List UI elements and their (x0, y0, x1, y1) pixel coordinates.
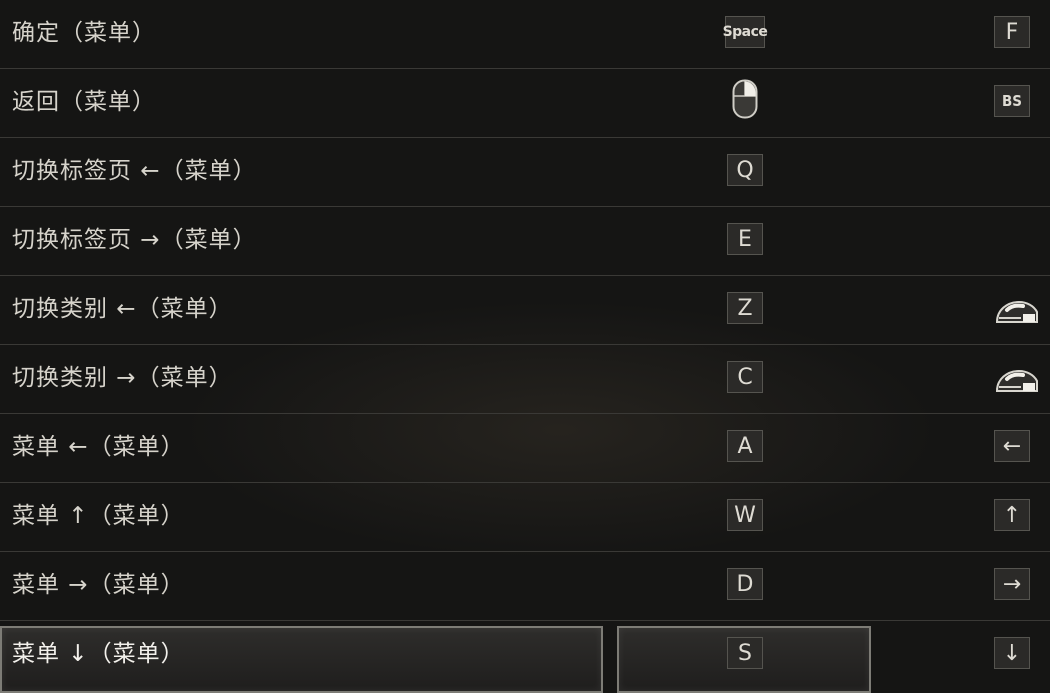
primary-key-slot[interactable]: Space (723, 16, 768, 48)
primary-key-slot[interactable]: A (727, 430, 763, 462)
mouse-right-click-icon (732, 79, 758, 119)
keybinding-row-menu-right[interactable]: 菜单 →（菜单） D → (0, 552, 1050, 621)
secondary-key-slot[interactable]: ← (994, 430, 1030, 462)
action-label: 菜单 ←（菜单） (12, 434, 185, 460)
keybinding-row-tab-right[interactable]: 切换标签页 →（菜单） E (0, 207, 1050, 276)
action-label: 切换标签页 →（菜单） (12, 227, 257, 253)
secondary-key-slot[interactable]: → (994, 568, 1030, 600)
action-label: 切换类别 →（菜单） (12, 365, 233, 391)
keybinding-row-menu-up[interactable]: 菜单 ↑（菜单） W ↑ (0, 483, 1050, 552)
mouse-wheel-icon (995, 300, 1038, 323)
action-label: 切换类别 ←（菜单） (12, 296, 233, 322)
keybinding-row-menu-down[interactable]: 菜单 ↓（菜单） S ↓ (0, 621, 1050, 691)
action-label: 菜单 ↓（菜单） (12, 641, 185, 667)
keybinding-row-tab-left[interactable]: 切换标签页 ←（菜单） Q (0, 138, 1050, 207)
mouse-wheel-icon (995, 369, 1038, 392)
keybinding-row-menu-left[interactable]: 菜单 ←（菜单） A ← (0, 414, 1050, 483)
secondary-key-slot[interactable]: ↓ (994, 637, 1030, 669)
secondary-key-slot[interactable] (992, 292, 1040, 324)
secondary-key-slot[interactable]: BS (994, 85, 1030, 117)
primary-key-slot[interactable]: S (727, 637, 763, 669)
primary-key-slot[interactable] (727, 79, 763, 119)
primary-key-slot[interactable]: Q (727, 154, 763, 186)
secondary-key-slot[interactable]: ↑ (994, 499, 1030, 531)
primary-key-slot[interactable]: C (727, 361, 763, 393)
secondary-key-slot[interactable]: F (994, 16, 1030, 48)
keybinding-row-confirm[interactable]: 确定（菜单） Space F (0, 0, 1050, 69)
action-label: 返回（菜单） (12, 89, 156, 115)
primary-key-slot[interactable]: W (727, 499, 763, 531)
action-label: 菜单 →（菜单） (12, 572, 185, 598)
keybinding-row-category-left[interactable]: 切换类别 ←（菜单） Z (0, 276, 1050, 345)
action-label: 确定（菜单） (12, 20, 156, 46)
keybinding-list: 确定（菜单） Space F 返回（菜单） BS 切换标签页 ←（菜单） Q 切… (0, 0, 1050, 691)
action-label: 切换标签页 ←（菜单） (12, 158, 257, 184)
primary-key-slot[interactable]: Z (727, 292, 763, 324)
secondary-key-slot[interactable] (992, 361, 1040, 393)
primary-key-slot[interactable]: E (727, 223, 763, 255)
primary-key-slot[interactable]: D (727, 568, 763, 600)
keybinding-row-category-right[interactable]: 切换类别 →（菜单） C (0, 345, 1050, 414)
keybinding-row-back[interactable]: 返回（菜单） BS (0, 69, 1050, 138)
action-label: 菜单 ↑（菜单） (12, 503, 185, 529)
